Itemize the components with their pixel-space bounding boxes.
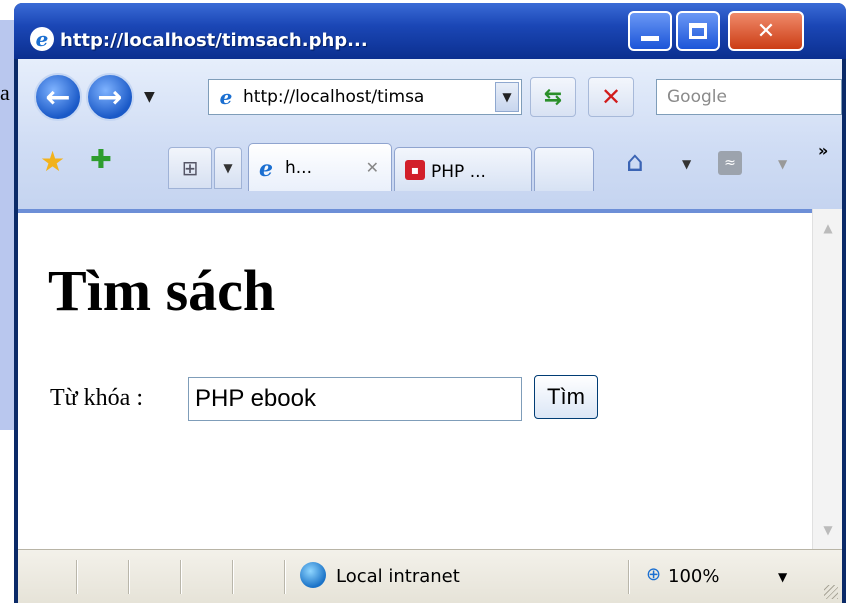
- tab-ie-icon: e: [259, 156, 273, 182]
- back-button[interactable]: ←: [34, 73, 82, 121]
- tab-active[interactable]: e h... ✕: [248, 143, 392, 191]
- keyword-label: Từ khóa :: [50, 385, 143, 411]
- browser-toolbar: ← → ▼ e http://localhost/timsa ▼ ⇆ ✕ Goo…: [18, 59, 842, 209]
- resize-grip[interactable]: [824, 585, 838, 599]
- search-input[interactable]: Google: [667, 87, 727, 107]
- minimize-icon: [630, 13, 670, 49]
- status-divider: [128, 560, 130, 594]
- home-dropdown[interactable]: ▼: [682, 157, 691, 171]
- page-title: Tìm sách: [48, 258, 276, 323]
- tab-list-dropdown[interactable]: ▼: [214, 147, 242, 189]
- address-dropdown-button[interactable]: ▼: [495, 82, 519, 112]
- refresh-icon: ⇆: [543, 84, 563, 110]
- tab-php[interactable]: ▪ PHP ...: [394, 147, 532, 191]
- recent-pages-dropdown[interactable]: ▼: [144, 89, 155, 105]
- keyword-input[interactable]: [188, 377, 522, 421]
- status-divider: [628, 560, 630, 594]
- status-divider: [232, 560, 234, 594]
- refresh-button[interactable]: ⇆: [530, 77, 576, 117]
- page-ie-icon: e: [219, 85, 233, 109]
- tab-label: PHP ...: [431, 162, 486, 182]
- add-favorite-icon[interactable]: ✚: [90, 145, 112, 175]
- tab-list-icon: ⊞: [181, 156, 199, 180]
- more-tools-chevron-icon[interactable]: »: [818, 141, 828, 160]
- status-divider: [284, 560, 286, 594]
- home-icon[interactable]: ⌂: [626, 145, 644, 178]
- page-content: Tìm sách Từ khóa : Tìm: [18, 209, 812, 549]
- maximize-button[interactable]: [676, 11, 720, 51]
- window-title: http://localhost/timsach.php...: [60, 30, 368, 51]
- search-submit-button[interactable]: Tìm: [534, 375, 598, 419]
- close-button[interactable]: ✕: [728, 11, 804, 51]
- title-bar[interactable]: e http://localhost/timsach.php... ✕: [14, 3, 846, 59]
- new-tab-button[interactable]: [534, 147, 594, 191]
- status-divider: [180, 560, 182, 594]
- tab-close-icon[interactable]: ✕: [366, 158, 379, 177]
- tab-label: h...: [285, 158, 312, 178]
- status-bar: Local intranet ⊕ 100% ▼: [18, 549, 842, 603]
- minimize-button[interactable]: [628, 11, 672, 51]
- maximize-icon: [678, 13, 718, 49]
- stop-button[interactable]: ✕: [588, 77, 634, 117]
- close-icon: ✕: [756, 18, 776, 44]
- feeds-dropdown[interactable]: ▼: [778, 157, 787, 171]
- zoom-icon: ⊕: [646, 564, 662, 585]
- scroll-up-icon[interactable]: ▲: [813, 221, 843, 235]
- favorites-star-icon[interactable]: ★: [40, 145, 65, 178]
- quick-tabs-button[interactable]: ⊞: [168, 147, 212, 189]
- vertical-scrollbar[interactable]: ▲ ▼: [812, 209, 842, 549]
- address-bar[interactable]: e http://localhost/timsa ▼: [208, 79, 522, 115]
- ie-icon: e: [30, 27, 54, 51]
- browser-window: e http://localhost/timsach.php... ✕ ← → …: [14, 3, 846, 603]
- zoom-dropdown[interactable]: ▼: [778, 570, 787, 584]
- stop-icon: ✕: [600, 83, 622, 111]
- security-zone[interactable]: Local intranet: [336, 566, 460, 587]
- feeds-icon[interactable]: ≈: [718, 151, 742, 175]
- status-divider: [76, 560, 78, 594]
- search-box[interactable]: Google: [656, 79, 842, 115]
- back-icon: ←: [45, 79, 71, 115]
- desktop-text-fragment: a: [0, 80, 10, 105]
- desktop-left-strip: [0, 430, 14, 603]
- forward-button[interactable]: →: [86, 73, 134, 121]
- zone-globe-icon: [300, 562, 326, 588]
- zoom-level[interactable]: 100%: [668, 566, 719, 587]
- tab-php-icon: ▪: [405, 160, 425, 180]
- scroll-down-icon[interactable]: ▼: [813, 523, 843, 537]
- forward-icon: →: [97, 79, 123, 115]
- address-input[interactable]: http://localhost/timsa: [243, 87, 424, 107]
